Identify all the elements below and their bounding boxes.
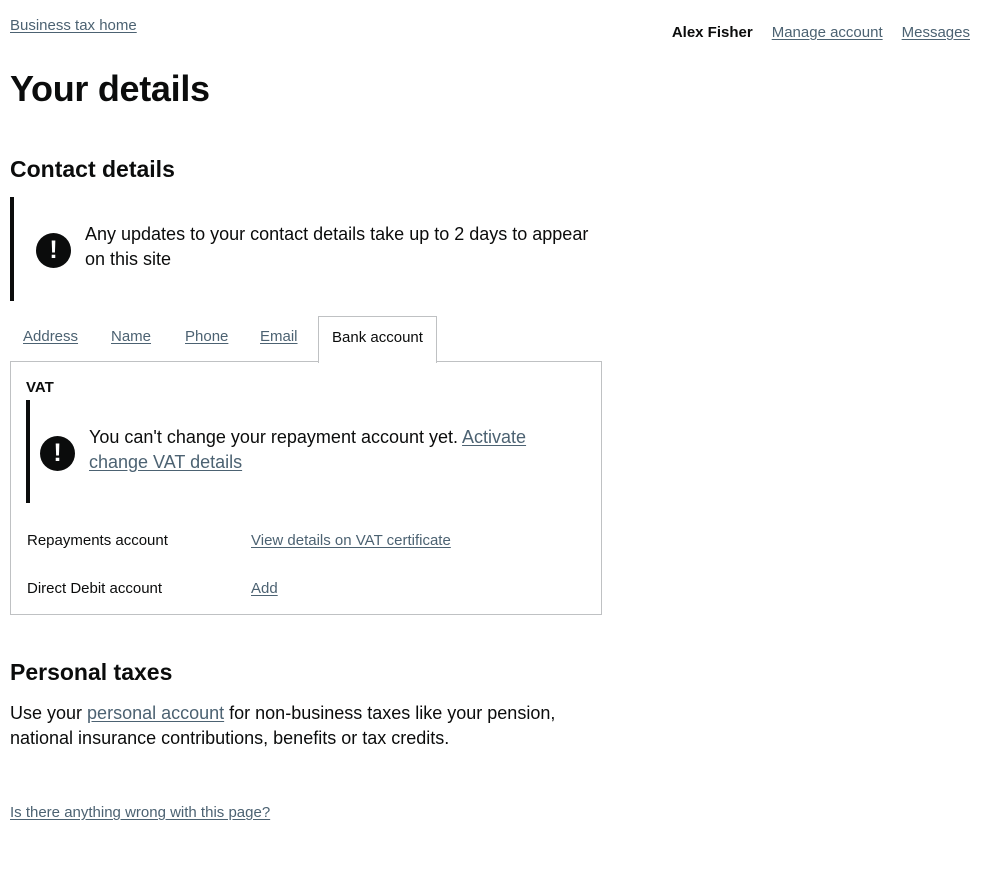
tab-address-link[interactable]: Address bbox=[23, 328, 78, 345]
vat-warning: ! You can't change your repayment accoun… bbox=[26, 400, 586, 503]
contact-warning-text: Any updates to your contact details take… bbox=[85, 224, 589, 269]
user-name: Alex Fisher bbox=[671, 24, 753, 41]
add-direct-debit-link[interactable]: Add bbox=[251, 580, 278, 597]
tab-bank-account-label: Bank account bbox=[332, 329, 423, 346]
tab-email-link[interactable]: Email bbox=[260, 328, 298, 345]
vat-warning-message: You can't change your repayment account … bbox=[89, 427, 459, 447]
direct-debit-account-label: Direct Debit account bbox=[27, 580, 163, 597]
tab-bank-account[interactable]: Bank account bbox=[318, 316, 437, 363]
tab-phone[interactable]: Phone bbox=[185, 316, 228, 362]
messages-link[interactable]: Messages bbox=[902, 24, 970, 41]
page-title: Your details bbox=[10, 68, 210, 109]
manage-account-link[interactable]: Manage account bbox=[772, 24, 883, 41]
exclamation-icon: ! bbox=[40, 436, 75, 471]
view-vat-certificate-link[interactable]: View details on VAT certificate bbox=[251, 532, 451, 549]
exclamation-icon: ! bbox=[36, 233, 71, 268]
repayments-account-label: Repayments account bbox=[27, 532, 168, 549]
business-tax-home-link[interactable]: Business tax home bbox=[10, 17, 137, 34]
tab-name-link[interactable]: Name bbox=[111, 328, 151, 345]
report-problem-link[interactable]: Is there anything wrong with this page? bbox=[10, 804, 270, 821]
tab-address[interactable]: Address bbox=[23, 316, 78, 362]
contact-details-heading: Contact details bbox=[10, 156, 175, 182]
personal-text-before: Use your bbox=[10, 703, 83, 723]
vat-warning-text: You can't change your repayment account … bbox=[89, 425, 549, 475]
tab-phone-link[interactable]: Phone bbox=[185, 328, 228, 345]
vat-heading: VAT bbox=[26, 379, 54, 396]
contact-warning: ! Any updates to your contact details ta… bbox=[10, 197, 602, 301]
personal-account-link[interactable]: personal account bbox=[87, 703, 224, 723]
personal-taxes-heading: Personal taxes bbox=[10, 659, 173, 685]
tab-email[interactable]: Email bbox=[260, 316, 298, 362]
tab-name[interactable]: Name bbox=[111, 316, 151, 362]
contact-tabs: Address Name Phone Email Bank account bbox=[10, 316, 602, 363]
user-nav: Alex Fisher Manage account Messages bbox=[672, 24, 970, 41]
personal-taxes-text: Use your personal account for non-busine… bbox=[10, 701, 580, 751]
